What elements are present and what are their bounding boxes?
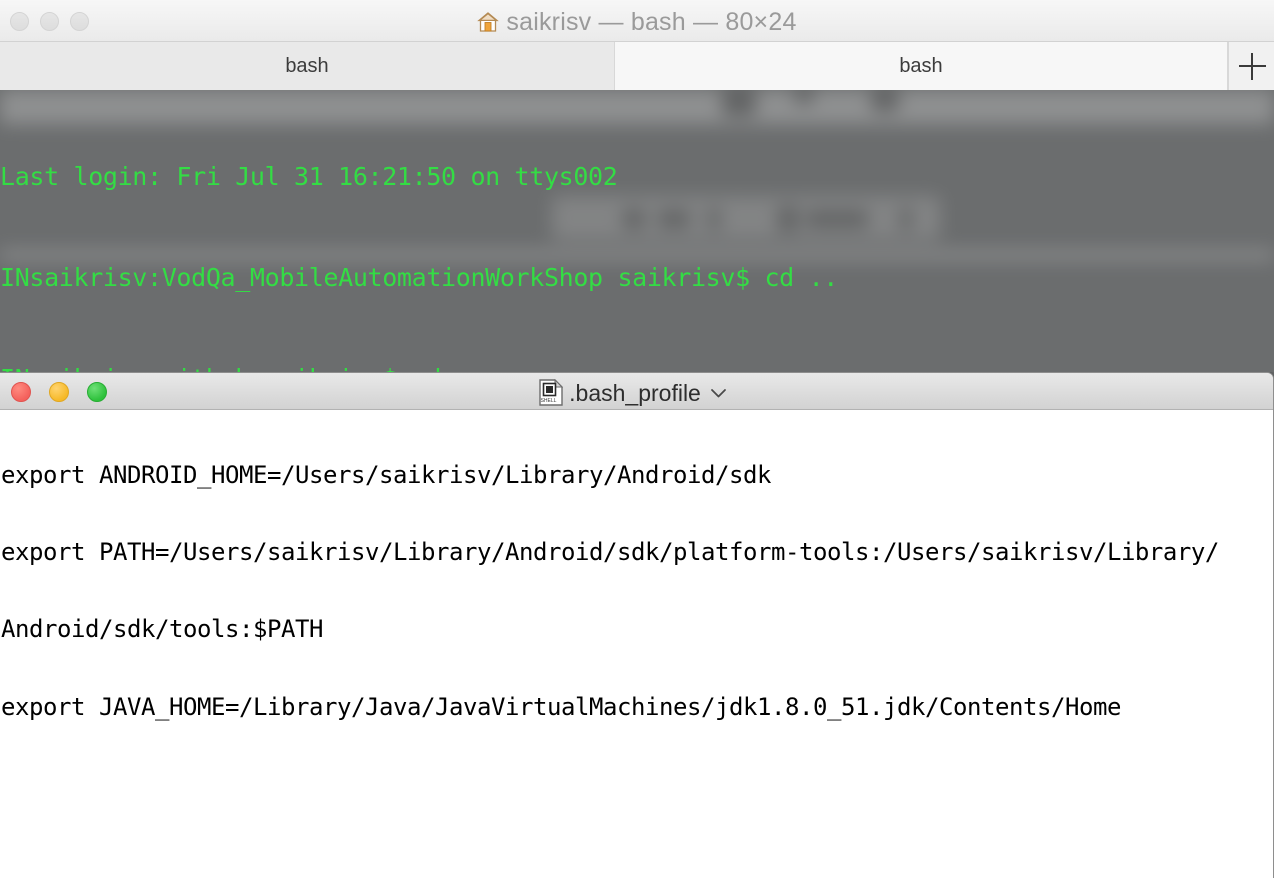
terminal-line: Last login: Fri Jul 31 16:21:50 on ttys0…: [0, 161, 618, 191]
document-line: Android/sdk/tools:$PATH: [1, 615, 323, 644]
tab-bash-1-label: bash: [285, 55, 329, 77]
textedit-window: SHELL .bash_profile export ANDROID_HOME=…: [0, 372, 1274, 878]
terminal-title-text: saikrisv — bash — 80×24: [506, 8, 797, 36]
shell-document-icon: SHELL: [539, 378, 564, 412]
chevron-down-icon[interactable]: [710, 378, 727, 405]
textedit-frame: SHELL .bash_profile export ANDROID_HOME=…: [0, 372, 1274, 878]
new-tab-button[interactable]: [1228, 42, 1274, 90]
document-line: export JAVA_HOME=/Library/Java/JavaVirtu…: [1, 692, 1121, 721]
terminal-line: INsaikrisv:VodQa_MobileAutomationWorkSho…: [0, 262, 838, 292]
tab-bash-2[interactable]: bash: [615, 42, 1228, 90]
home-icon: [477, 11, 500, 40]
screen: saikrisv — bash — 80×24 bash bash Last l…: [0, 0, 1274, 878]
tab-bash-2-label: bash: [899, 55, 943, 77]
terminal-titlebar[interactable]: saikrisv — bash — 80×24: [0, 0, 1274, 42]
textedit-document-area[interactable]: export ANDROID_HOME=/Users/saikrisv/Libr…: [0, 411, 1273, 878]
document-line: export PATH=/Users/saikrisv/Library/Andr…: [1, 537, 1219, 566]
svg-text:SHELL: SHELL: [541, 398, 557, 404]
tab-bash-1[interactable]: bash: [0, 42, 615, 90]
document-text[interactable]: export ANDROID_HOME=/Users/saikrisv/Libr…: [1, 411, 1263, 772]
terminal-title-bar-label: saikrisv — bash — 80×24: [0, 8, 1274, 40]
textedit-titlebar[interactable]: SHELL .bash_profile: [0, 373, 1273, 410]
textedit-title-label[interactable]: SHELL .bash_profile: [0, 378, 1273, 412]
plus-icon-vertical: [1251, 53, 1253, 80]
terminal-tab-bar[interactable]: bash bash: [0, 42, 1274, 90]
document-line: export ANDROID_HOME=/Users/saikrisv/Libr…: [1, 460, 771, 489]
textedit-title-text: .bash_profile: [569, 380, 701, 406]
